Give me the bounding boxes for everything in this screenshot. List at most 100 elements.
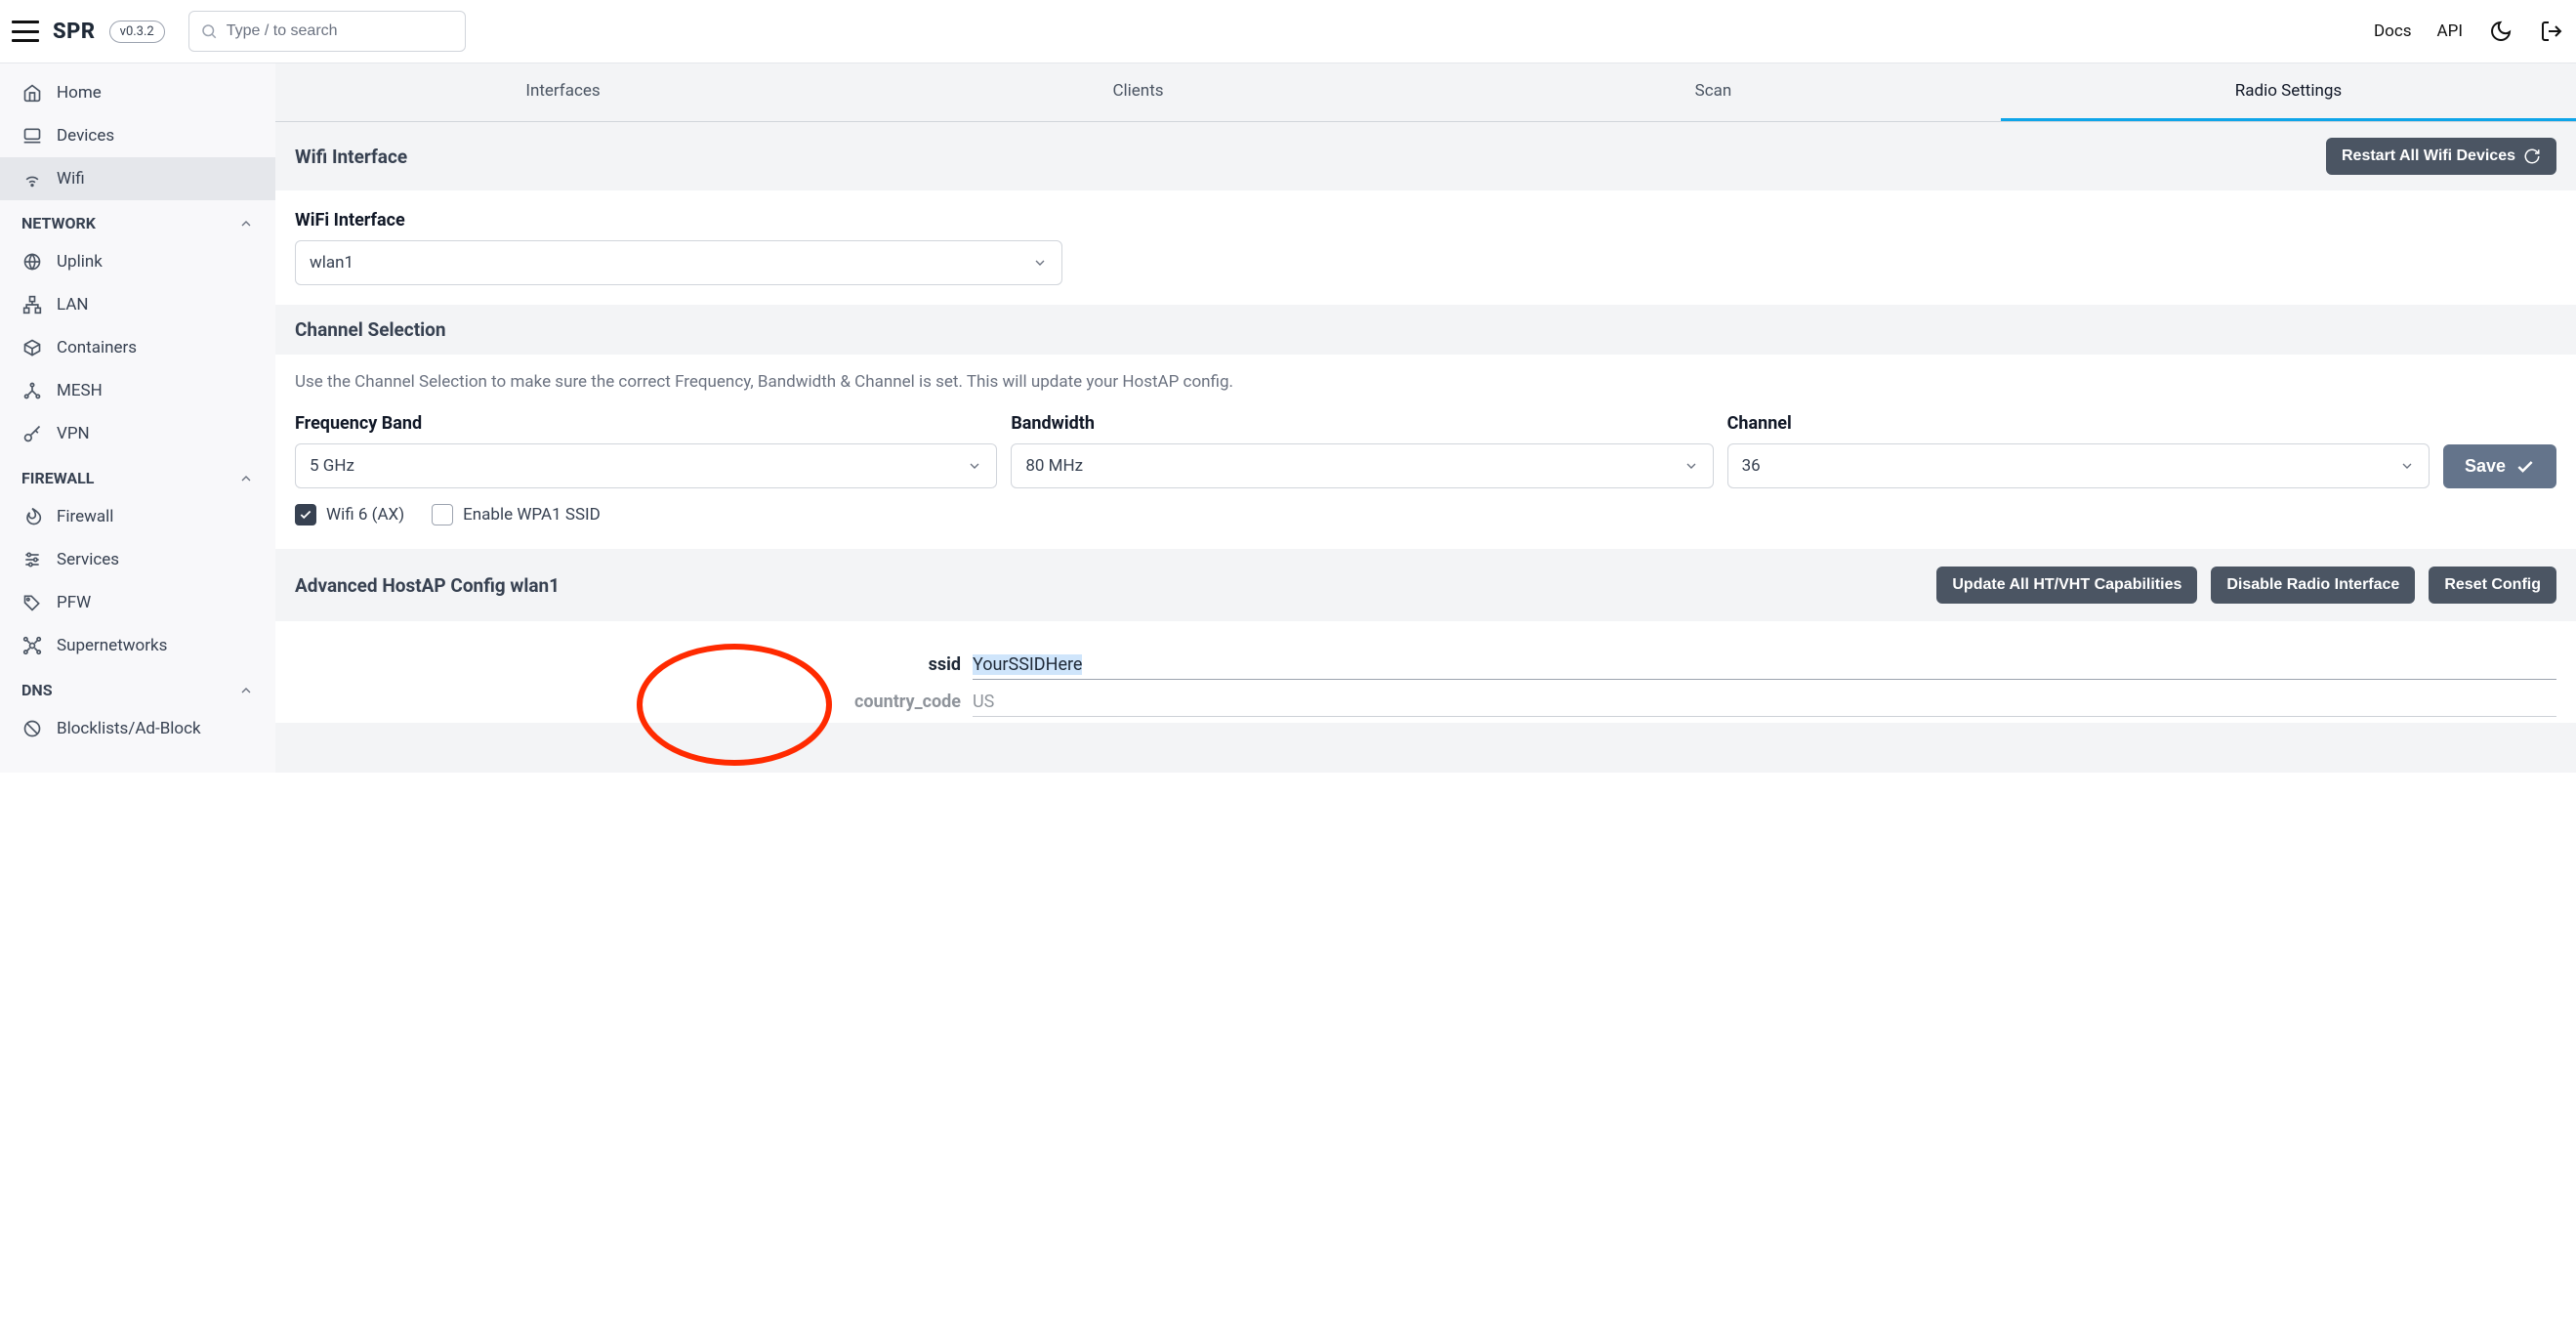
ban-icon xyxy=(21,718,43,739)
tabs: Interfaces Clients Scan Radio Settings xyxy=(275,63,2576,121)
sidebar: Home Devices Wifi NETWORK Uplink LAN Con… xyxy=(0,63,275,773)
sidebar-item-home[interactable]: Home xyxy=(0,71,275,114)
sidebar-item-mesh[interactable]: MESH xyxy=(0,369,275,412)
sidebar-item-label: Containers xyxy=(57,338,137,357)
sidebar-item-pfw[interactable]: PFW xyxy=(0,581,275,624)
refresh-icon xyxy=(2523,147,2541,165)
sidebar-item-label: Blocklists/Ad-Block xyxy=(57,719,201,738)
channel-fields: Frequency Band 5 GHz Bandwidth 80 MHz Ch… xyxy=(295,413,2556,488)
sidebar-item-label: Firewall xyxy=(57,507,113,526)
kv-row-ssid: ssid YourSSIDHere xyxy=(295,649,2556,686)
channel-section-header: Channel Selection xyxy=(275,305,2576,355)
channel-panel: Use the Channel Selection to make sure t… xyxy=(275,355,2576,549)
laptop-icon xyxy=(21,125,43,147)
freq-label: Frequency Band xyxy=(295,413,997,434)
sidebar-item-supernetworks[interactable]: Supernetworks xyxy=(0,624,275,667)
section-title: Channel Selection xyxy=(295,318,2556,341)
brand: SPR xyxy=(53,20,96,44)
sidebar-item-label: MESH xyxy=(57,381,103,400)
sidebar-item-firewall[interactable]: Firewall xyxy=(0,495,275,538)
sidebar-group-network[interactable]: NETWORK xyxy=(0,200,275,240)
sliders-icon xyxy=(21,549,43,570)
sidebar-item-containers[interactable]: Containers xyxy=(0,326,275,369)
wifi-icon xyxy=(21,168,43,189)
network-icon xyxy=(21,635,43,656)
kv-value-country[interactable]: US xyxy=(973,692,2556,717)
sidebar-group-dns[interactable]: DNS xyxy=(0,667,275,707)
sidebar-item-label: Wifi xyxy=(57,169,85,189)
search-wrap xyxy=(188,11,466,52)
topbar: SPR v0.3.2 Docs API xyxy=(0,0,2576,63)
bw-select[interactable]: 80 MHz xyxy=(1011,443,1713,488)
sidebar-item-blocklists[interactable]: Blocklists/Ad-Block xyxy=(0,707,275,750)
sidebar-item-label: Devices xyxy=(57,126,114,146)
check-icon xyxy=(2515,457,2535,477)
tag-icon xyxy=(21,592,43,613)
checkbox-row: Wifi 6 (AX) Enable WPA1 SSID xyxy=(295,504,2556,525)
kv-value-ssid[interactable]: YourSSIDHere xyxy=(973,654,2556,680)
section-title: Wifi Interface xyxy=(295,146,407,168)
sidebar-item-lan[interactable]: LAN xyxy=(0,283,275,326)
chevron-down-icon xyxy=(1032,255,1048,271)
advanced-header: Advanced HostAP Config wlan1 Update All … xyxy=(275,549,2576,621)
theme-toggle[interactable] xyxy=(2488,19,2514,44)
key-icon xyxy=(21,423,43,444)
home-icon xyxy=(21,82,43,104)
sidebar-item-label: Uplink xyxy=(57,252,103,272)
api-link[interactable]: API xyxy=(2437,21,2463,41)
docs-link[interactable]: Docs xyxy=(2374,21,2412,41)
restart-wifi-button[interactable]: Restart All Wifi Devices xyxy=(2326,138,2556,175)
tab-clients[interactable]: Clients xyxy=(851,63,1426,121)
menu-toggle[interactable] xyxy=(12,21,39,42)
chevron-down-icon xyxy=(2399,458,2415,474)
tab-radio-settings[interactable]: Radio Settings xyxy=(2001,63,2576,121)
logout-icon xyxy=(2540,20,2563,43)
wpa1-checkbox[interactable]: Enable WPA1 SSID xyxy=(432,504,601,525)
reset-config-button[interactable]: Reset Config xyxy=(2429,567,2556,604)
chevron-up-icon xyxy=(238,216,254,231)
wifi-interface-select[interactable]: wlan1 xyxy=(295,240,1062,285)
sidebar-item-label: Home xyxy=(57,83,102,103)
layout: Home Devices Wifi NETWORK Uplink LAN Con… xyxy=(0,63,2576,773)
kv-row-country: country_code US xyxy=(295,686,2556,723)
wifi-interface-label: WiFi Interface xyxy=(295,210,2556,231)
kv-key: country_code xyxy=(295,692,973,712)
disable-radio-button[interactable]: Disable Radio Interface xyxy=(2211,567,2415,604)
sidebar-item-label: Supernetworks xyxy=(57,636,167,655)
box-icon xyxy=(21,337,43,358)
flame-icon xyxy=(21,506,43,527)
content: Interfaces Clients Scan Radio Settings W… xyxy=(275,63,2576,773)
diagram-icon xyxy=(21,294,43,315)
sidebar-item-devices[interactable]: Devices xyxy=(0,114,275,157)
ch-select[interactable]: 36 xyxy=(1727,443,2430,488)
tab-interfaces[interactable]: Interfaces xyxy=(275,63,851,121)
save-button[interactable]: Save xyxy=(2443,444,2556,488)
wifi6-checkbox[interactable]: Wifi 6 (AX) xyxy=(295,504,404,525)
sidebar-item-label: LAN xyxy=(57,295,89,315)
version-badge: v0.3.2 xyxy=(109,21,165,43)
bw-label: Bandwidth xyxy=(1011,413,1713,434)
sidebar-group-firewall[interactable]: FIREWALL xyxy=(0,455,275,495)
moon-icon xyxy=(2489,20,2513,43)
sidebar-item-vpn[interactable]: VPN xyxy=(0,412,275,455)
sidebar-item-uplink[interactable]: Uplink xyxy=(0,240,275,283)
sidebar-item-wifi[interactable]: Wifi xyxy=(0,157,275,200)
wifi-interface-header: Wifi Interface Restart All Wifi Devices xyxy=(275,122,2576,190)
logout-button[interactable] xyxy=(2539,19,2564,44)
chevron-up-icon xyxy=(238,471,254,486)
tab-scan[interactable]: Scan xyxy=(1426,63,2001,121)
chevron-down-icon xyxy=(967,458,982,474)
search-input[interactable] xyxy=(188,11,466,52)
chevron-down-icon xyxy=(1683,458,1699,474)
channel-help: Use the Channel Selection to make sure t… xyxy=(295,372,2556,392)
ch-label: Channel xyxy=(1727,413,2430,434)
wifi-interface-panel: WiFi Interface wlan1 xyxy=(275,190,2576,305)
kv-key: ssid xyxy=(295,654,973,675)
freq-select[interactable]: 5 GHz xyxy=(295,443,997,488)
sidebar-item-services[interactable]: Services xyxy=(0,538,275,581)
update-caps-button[interactable]: Update All HT/VHT Capabilities xyxy=(1936,567,2197,604)
topbar-right: Docs API xyxy=(2374,19,2564,44)
search-icon xyxy=(200,22,218,40)
sidebar-item-label: PFW xyxy=(57,593,91,612)
section-title: Advanced HostAP Config wlan1 xyxy=(295,574,560,597)
